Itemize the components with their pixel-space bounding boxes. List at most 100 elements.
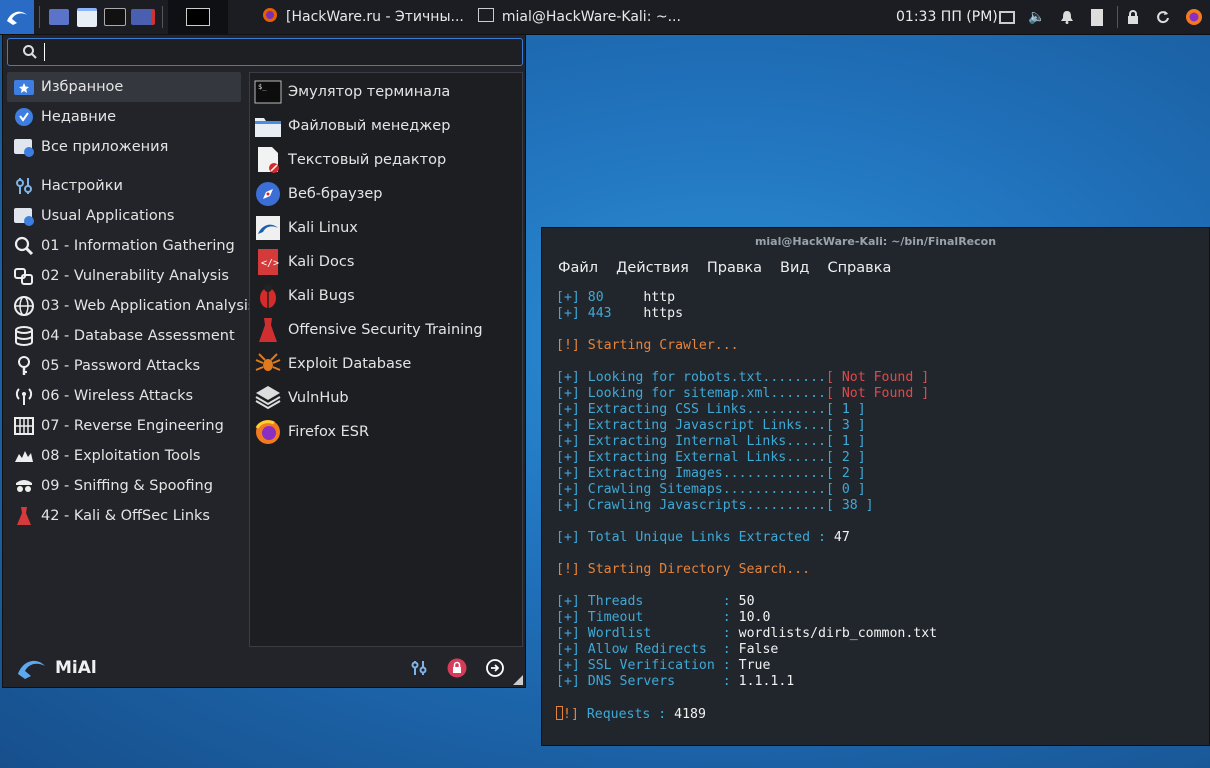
text-editor-icon <box>254 146 282 174</box>
lock-screen-button[interactable] <box>1122 0 1144 34</box>
workspace-switcher[interactable] <box>168 0 228 34</box>
category-item[interactable]: 09 - Sniffing & Spoofing <box>7 471 241 501</box>
category-item[interactable]: 04 - Database Assessment <box>7 321 241 351</box>
app-item[interactable]: Файловый менеджер <box>254 109 520 143</box>
usual-apps-icon <box>13 205 35 227</box>
offsec-training-icon <box>254 316 282 344</box>
logout-button[interactable] <box>1152 0 1174 34</box>
folder-icon <box>254 112 282 140</box>
category-item[interactable]: 05 - Password Attacks <box>7 351 241 381</box>
resize-grip-icon[interactable] <box>513 675 523 685</box>
app-item[interactable]: $_ Эмулятор терминала <box>254 75 520 109</box>
category-item[interactable]: 42 - Kali & OffSec Links <box>7 501 241 531</box>
battery-tray[interactable] <box>1086 0 1108 34</box>
app-label: Kali Bugs <box>288 288 355 304</box>
reverse-eng-icon <box>13 415 35 437</box>
terminal-text: 1.1.1.1 <box>738 674 795 689</box>
firefox-tray[interactable] <box>1183 0 1205 34</box>
terminal-text: [+] Timeout : <box>556 610 739 625</box>
terminal-text: [ 2 ] <box>825 450 866 465</box>
clock[interactable]: 01:33 ПП (РМ) <box>896 0 998 34</box>
category-label: Usual Applications <box>41 208 175 224</box>
app-item[interactable]: Текстовый редактор <box>254 143 520 177</box>
terminal-menu-item[interactable]: Файл <box>558 260 598 276</box>
display-tray[interactable] <box>996 0 1018 34</box>
firefox-icon <box>262 7 278 27</box>
terminal-text: 10.0 <box>738 610 771 625</box>
top-panel: [HackWare.ru - Этичны... mial@HackWare-K… <box>0 0 1210 35</box>
terminal-menu-item[interactable]: Вид <box>780 260 809 276</box>
taskbar-item-browser[interactable]: [HackWare.ru - Этичны... <box>256 0 470 34</box>
user-profile[interactable]: MiAl <box>15 655 97 681</box>
category-item[interactable]: Настройки <box>7 171 241 201</box>
app-item[interactable]: </> Kali Docs <box>254 245 520 279</box>
terminal-line: [+] Total Unique Links Extracted : 47 <box>556 530 1205 546</box>
terminal-text: wordlists/dirb_common.txt <box>738 626 938 641</box>
terminal-line: [+] Extracting External Links.....[ 2 ] <box>556 450 1205 466</box>
terminal-text: [ 1 ] <box>825 434 866 449</box>
desktop-icon <box>49 9 69 25</box>
category-item[interactable]: 08 - Exploitation Tools <box>7 441 241 471</box>
terminal-text: [ 1 ] <box>825 402 866 417</box>
lock-icon <box>447 658 467 678</box>
terminal-window[interactable]: mial@HackWare-Kali: ~/bin/FinalRecon Фай… <box>541 227 1210 746</box>
settings-icon <box>13 175 35 197</box>
lock-screen-button[interactable] <box>446 657 468 679</box>
exploit-icon <box>13 445 35 467</box>
app-item[interactable]: Kali Linux <box>254 211 520 245</box>
category-item[interactable]: 02 - Vulnerability Analysis <box>7 261 241 291</box>
show-desktop-button[interactable] <box>45 0 73 34</box>
password-icon <box>13 355 35 377</box>
terminal-menu-item[interactable]: Правка <box>707 260 762 276</box>
recent-icon <box>13 106 35 128</box>
terminal-text: [+] Extracting Internal Links..... <box>556 434 826 449</box>
terminal-output[interactable]: [+] 80 http [+] 443 https [!] Starting Cra… <box>556 290 1205 741</box>
category-item[interactable]: Недавние <box>7 102 241 132</box>
logout-button[interactable] <box>484 657 506 679</box>
volume-tray[interactable]: 🔈 <box>1026 0 1048 34</box>
app-item[interactable]: Kali Bugs <box>254 279 520 313</box>
app-item[interactable]: Offensive Security Training <box>254 313 520 347</box>
applications-menu-button[interactable] <box>0 0 34 34</box>
kali-dragon-icon <box>18 660 45 679</box>
panel-separator <box>1117 6 1118 28</box>
category-item[interactable]: 06 - Wireless Attacks <box>7 381 241 411</box>
settings-manager-button[interactable] <box>408 657 430 679</box>
app-item[interactable]: Веб-браузер <box>254 177 520 211</box>
category-item[interactable]: 07 - Reverse Engineering <box>7 411 241 441</box>
wireless-icon <box>13 385 35 407</box>
category-item[interactable]: 03 - Web Application Analysis <box>7 291 256 321</box>
app-item[interactable]: Exploit Database <box>254 347 520 381</box>
kali-bugs-icon <box>254 282 282 310</box>
search-box[interactable] <box>7 38 523 66</box>
terminal-line: [+] Wordlist : wordlists/dirb_common.txt <box>556 626 1205 642</box>
app-item[interactable]: VulnHub <box>254 381 520 415</box>
search-input[interactable] <box>45 39 522 65</box>
app-item[interactable]: Firefox ESR <box>254 415 520 449</box>
notifications-tray[interactable] <box>1056 0 1078 34</box>
terminal-line: !] Requests : 4189 <box>556 706 1205 722</box>
terminal-line: [+] 443 https <box>556 306 1205 322</box>
window-title[interactable]: mial@HackWare-Kali: ~/bin/FinalRecon <box>542 228 1209 256</box>
file-manager-launcher[interactable] <box>73 0 101 34</box>
category-item[interactable]: Избранное <box>7 72 241 102</box>
category-item[interactable]: 01 - Information Gathering <box>7 231 241 261</box>
taskbar-item-terminal[interactable]: mial@HackWare-Kali: ~... <box>472 0 687 34</box>
terminal-text: [ 0 ] <box>825 482 866 497</box>
terminal-icon <box>104 8 126 26</box>
category-item[interactable]: Usual Applications <box>7 201 241 231</box>
menu-footer: MiAl <box>3 649 525 687</box>
terminal-line: [+] Extracting Internal Links.....[ 1 ] <box>556 434 1205 450</box>
terminal-menu-item[interactable]: Действия <box>616 260 689 276</box>
category-item[interactable]: Все приложения <box>7 132 241 162</box>
category-label: 07 - Reverse Engineering <box>41 418 224 434</box>
terminal-launcher[interactable] <box>101 0 129 34</box>
terminal-line: [+] Crawling Javascripts..........[ 38 ] <box>556 498 1205 514</box>
user-name: MiAl <box>55 658 97 678</box>
terminal-menu-item[interactable]: Справка <box>827 260 891 276</box>
terminal-text: [+] 443 <box>556 306 644 321</box>
screen-launcher[interactable] <box>129 0 157 34</box>
